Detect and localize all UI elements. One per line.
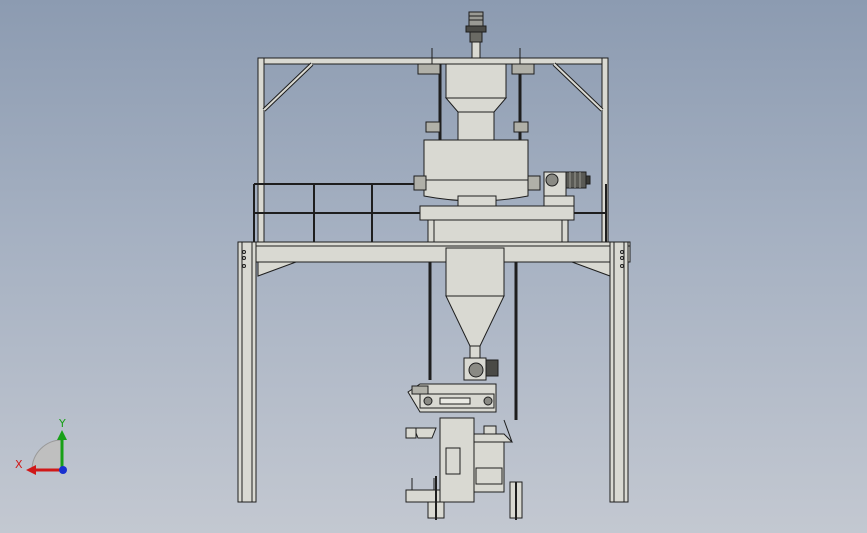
- left-column: [237, 241, 257, 503]
- right-column: [609, 241, 629, 503]
- feeder-motor: [463, 357, 499, 381]
- machine-assembly: [237, 11, 631, 520]
- top-motor: [465, 11, 487, 59]
- model-view[interactable]: Y X: [0, 0, 867, 533]
- mixer-drive: [543, 171, 591, 207]
- x-arrow-head: [26, 465, 36, 475]
- main-platform: [237, 241, 631, 277]
- x-axis-label: X: [15, 458, 23, 471]
- coordinate-triad: Y X: [15, 417, 67, 475]
- cad-viewport[interactable]: Y X: [0, 0, 867, 533]
- y-axis-label: Y: [58, 417, 66, 430]
- packing-machine: [405, 383, 514, 503]
- mixer-base: [419, 205, 575, 243]
- mixer-body: [413, 139, 541, 207]
- z-axis-dot: [59, 466, 67, 474]
- y-arrow-head: [57, 430, 67, 440]
